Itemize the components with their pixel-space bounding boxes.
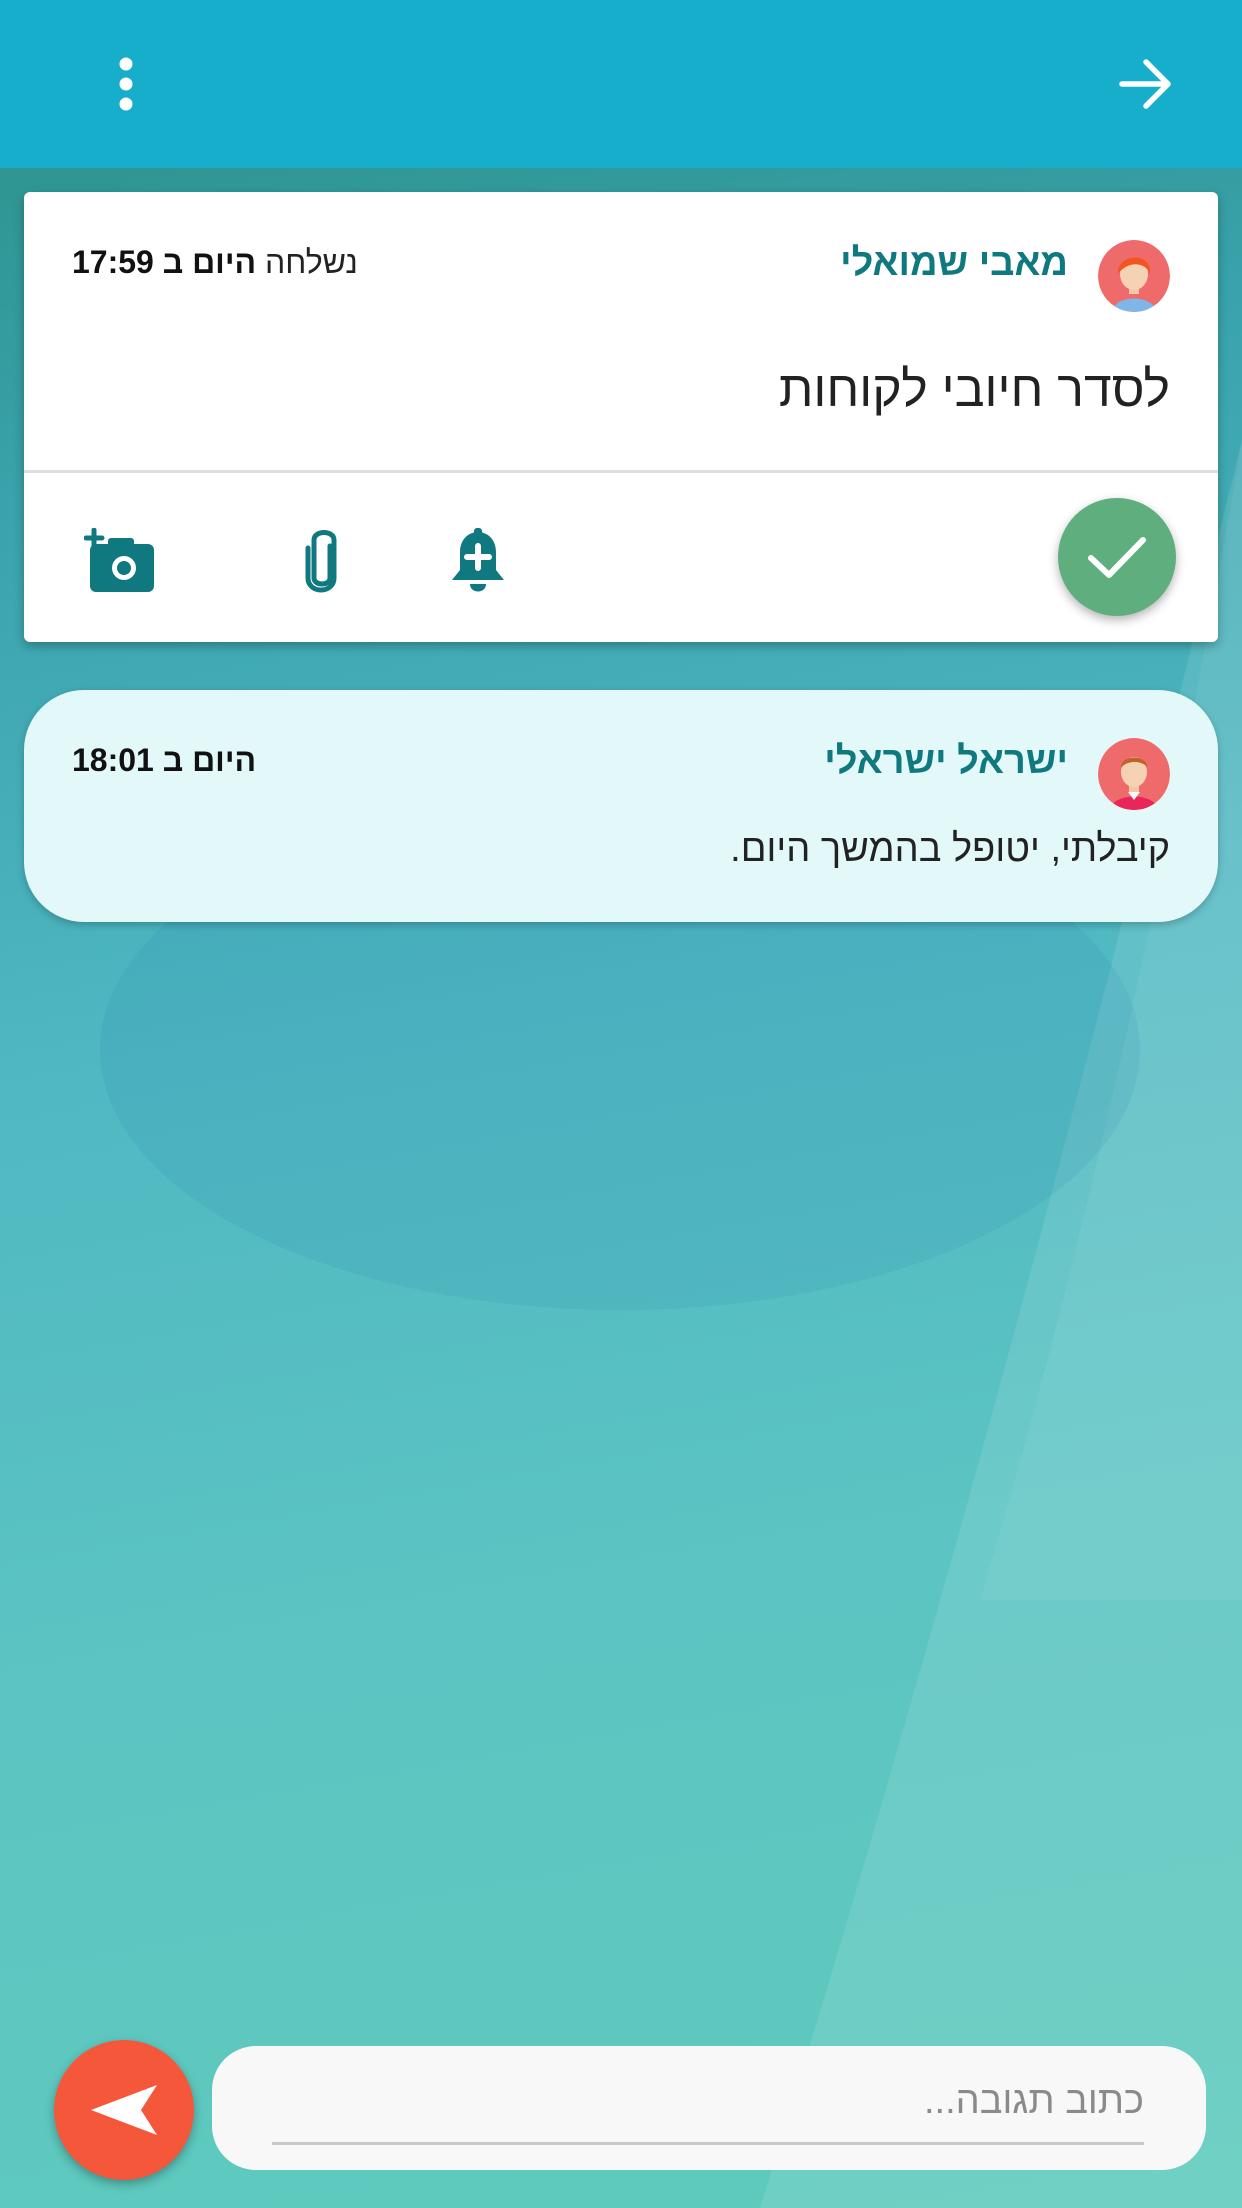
sent-time: 17:59	[72, 244, 154, 280]
reply-sent-day: היום ב	[162, 742, 257, 778]
reply-input[interactable]	[272, 2066, 1144, 2145]
sender-avatar	[1098, 240, 1170, 312]
woman-avatar-icon	[1098, 240, 1170, 312]
send-icon	[91, 2085, 157, 2135]
reply-timestamp: היום ב 18:01	[72, 742, 256, 779]
sent-timestamp: נשלחה היום ב 17:59	[72, 244, 358, 281]
add-photo-button[interactable]	[82, 522, 162, 602]
sent-prefix: נשלחה	[264, 244, 358, 280]
back-button[interactable]	[1110, 48, 1182, 120]
paperclip-icon	[305, 530, 337, 593]
reply-text: קיבלתי, יטופל בהמשך היום.	[730, 828, 1170, 870]
more-options-button[interactable]	[90, 48, 162, 120]
add-alert-icon	[452, 528, 504, 592]
top-app-bar	[0, 0, 1242, 168]
attach-file-button[interactable]	[282, 522, 362, 602]
more-vert-icon	[119, 57, 133, 111]
add-photo-icon	[84, 528, 154, 592]
task-text: לסדר חיובי לקוחות	[778, 361, 1170, 417]
reply-sender-name: ישראל ישראלי	[824, 740, 1068, 782]
reply-message: ישראל ישראלי היום ב 18:01 קיבלתי, יטופל …	[24, 690, 1218, 922]
reply-composer	[212, 2046, 1206, 2170]
add-reminder-button[interactable]	[438, 522, 518, 602]
sent-day: היום ב	[162, 244, 257, 280]
card-divider	[24, 470, 1218, 473]
task-card: מאבי שמואלי נשלחה היום ב 17:59 לסדר חיוב…	[24, 192, 1218, 642]
arrow-forward-icon	[1119, 59, 1171, 109]
reply-sent-time: 18:01	[72, 742, 154, 778]
complete-task-button[interactable]	[1058, 498, 1176, 616]
send-button[interactable]	[54, 2040, 194, 2180]
check-icon	[1088, 537, 1146, 578]
reply-sender-avatar	[1098, 738, 1170, 810]
man-avatar-icon	[1098, 738, 1170, 810]
sender-name: מאבי שמואלי	[840, 242, 1068, 284]
